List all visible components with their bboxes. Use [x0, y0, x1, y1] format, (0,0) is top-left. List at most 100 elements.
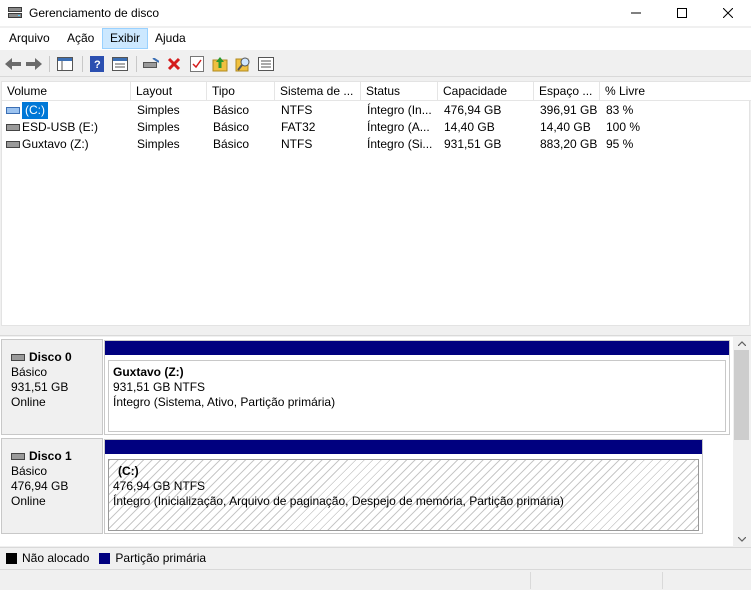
menu-arquivo[interactable]: Arquivo	[2, 28, 57, 49]
legend: Não alocado Partição primária	[0, 547, 751, 568]
forward-button[interactable]	[24, 54, 44, 74]
volume-name: ESD-USB (E:)	[22, 120, 99, 134]
disk-size: 476,94 GB	[11, 479, 69, 493]
col-layout[interactable]: Layout	[131, 82, 207, 101]
close-button[interactable]	[705, 0, 751, 26]
volume-tipo: Básico	[213, 137, 250, 151]
menu-acao[interactable]: Ação	[60, 28, 101, 49]
volume-name: Guxtavo (Z:)	[22, 137, 89, 151]
menu-ajuda[interactable]: Ajuda	[148, 28, 193, 49]
check-button[interactable]	[187, 54, 207, 74]
view-button[interactable]	[110, 54, 130, 74]
legend-unallocated: Não alocado	[6, 551, 89, 565]
status-divider	[662, 572, 663, 589]
check-icon	[190, 56, 204, 72]
refresh-icon	[212, 57, 228, 72]
disk-1-label[interactable]: Disco 1 Básico 476,94 GB Online	[1, 438, 103, 534]
connect-disk-button[interactable]	[141, 54, 161, 74]
maximize-button[interactable]	[659, 0, 705, 26]
table-row[interactable]: (C:) Simples Básico NTFS Íntegro (In... …	[2, 102, 751, 119]
volume-capacidade: 931,51 GB	[444, 137, 502, 151]
status-divider	[530, 572, 531, 589]
scroll-thumb[interactable]	[734, 350, 749, 440]
list-header: Volume Layout Tipo Sistema de ... Status…	[2, 82, 751, 101]
legend-label: Não alocado	[22, 551, 90, 565]
volume-fs: FAT32	[281, 120, 316, 134]
volume-livre: 100 %	[606, 120, 641, 134]
connect-icon	[143, 58, 159, 68]
table-row[interactable]: ESD-USB (E:) Simples Básico FAT32 Íntegr…	[2, 119, 751, 136]
disk-type: Básico	[11, 464, 48, 478]
volume-espaco: 883,20 GB	[540, 137, 598, 151]
forward-icon	[26, 58, 42, 70]
close-icon	[723, 8, 733, 18]
partition-status: Íntegro (Sistema, Ativo, Partição primár…	[113, 395, 336, 409]
scroll-up-button[interactable]	[733, 337, 750, 350]
partition-z[interactable]: Guxtavo (Z:) 931,51 GB NTFS Íntegro (Sis…	[108, 360, 726, 432]
col-espaco[interactable]: Espaço ...	[534, 82, 600, 101]
minimize-button[interactable]	[613, 0, 659, 26]
partition-c[interactable]: (C:) 476,94 GB NTFS Íntegro (Inicializaç…	[108, 459, 699, 531]
svg-text:?: ?	[94, 59, 101, 71]
pane-splitter[interactable]	[0, 326, 751, 336]
console-tree-icon	[57, 57, 73, 71]
volume-fs: NTFS	[281, 137, 313, 151]
volume-fs: NTFS	[281, 103, 313, 117]
volume-espaco: 396,91 GB	[540, 103, 598, 117]
refresh-button[interactable]	[210, 54, 230, 74]
disk-type: Básico	[11, 365, 48, 379]
volume-z-icon	[6, 141, 20, 148]
disk-icon	[11, 453, 25, 460]
primary-partition-bar	[105, 440, 702, 454]
back-button[interactable]	[3, 54, 23, 74]
primary-partition-swatch	[99, 552, 111, 564]
unallocated-swatch	[6, 552, 17, 564]
volume-name: (C:)	[22, 102, 48, 119]
volume-capacidade: 476,94 GB	[444, 103, 502, 117]
help-button[interactable]: ?	[87, 54, 107, 74]
disk-name: Disco 0	[29, 350, 72, 364]
disk-state: Online	[11, 494, 46, 508]
disk-size: 931,51 GB	[11, 380, 69, 394]
col-livre[interactable]: % Livre	[600, 82, 751, 101]
col-sistema[interactable]: Sistema de ...	[275, 82, 361, 101]
col-volume[interactable]: Volume	[2, 82, 131, 101]
col-status[interactable]: Status	[361, 82, 438, 101]
properties-button[interactable]	[256, 54, 276, 74]
scroll-down-button[interactable]	[733, 533, 750, 546]
disk-0-label[interactable]: Disco 0 Básico 931,51 GB Online	[1, 339, 103, 435]
volume-tipo: Básico	[213, 120, 250, 134]
view-icon	[112, 57, 128, 71]
primary-partition-bar	[105, 341, 729, 355]
volume-layout: Simples	[137, 103, 180, 117]
toolbar: ?	[0, 51, 751, 77]
disk-state: Online	[11, 395, 46, 409]
disk-pane: Disco 0 Básico 931,51 GB Online Guxtavo …	[0, 337, 733, 546]
status-bar	[0, 569, 751, 590]
partition-size: 931,51 GB NTFS	[113, 380, 206, 394]
partition-size: 476,94 GB NTFS	[113, 479, 206, 493]
volume-tipo: Básico	[213, 103, 250, 117]
col-capacidade[interactable]: Capacidade	[438, 82, 534, 101]
volume-capacidade: 14,40 GB	[444, 120, 495, 134]
disk-pane-scrollbar[interactable]	[733, 337, 750, 546]
partition-name: (C:)	[118, 464, 139, 478]
window-title: Gerenciamento de disco	[29, 6, 160, 20]
volume-c-icon	[6, 107, 20, 114]
legend-label: Partição primária	[115, 551, 207, 565]
col-tipo[interactable]: Tipo	[207, 82, 275, 101]
volume-list: Volume Layout Tipo Sistema de ... Status…	[1, 81, 751, 326]
search-button[interactable]	[233, 54, 253, 74]
menu-exibir[interactable]: Exibir	[102, 28, 149, 49]
volume-e-icon	[6, 124, 20, 131]
legend-primary-partition: Partição primária	[99, 551, 206, 565]
disk-1-partitions: (C:) 476,94 GB NTFS Íntegro (Inicializaç…	[104, 439, 703, 534]
minimize-icon	[631, 12, 641, 14]
volume-layout: Simples	[137, 120, 180, 134]
volume-espaco: 14,40 GB	[540, 120, 591, 134]
delete-button[interactable]	[164, 54, 184, 74]
volume-livre: 83 %	[606, 103, 634, 117]
disk-name: Disco 1	[29, 449, 72, 463]
table-row[interactable]: Guxtavo (Z:) Simples Básico NTFS Íntegro…	[2, 136, 751, 153]
console-tree-button[interactable]	[55, 54, 75, 74]
